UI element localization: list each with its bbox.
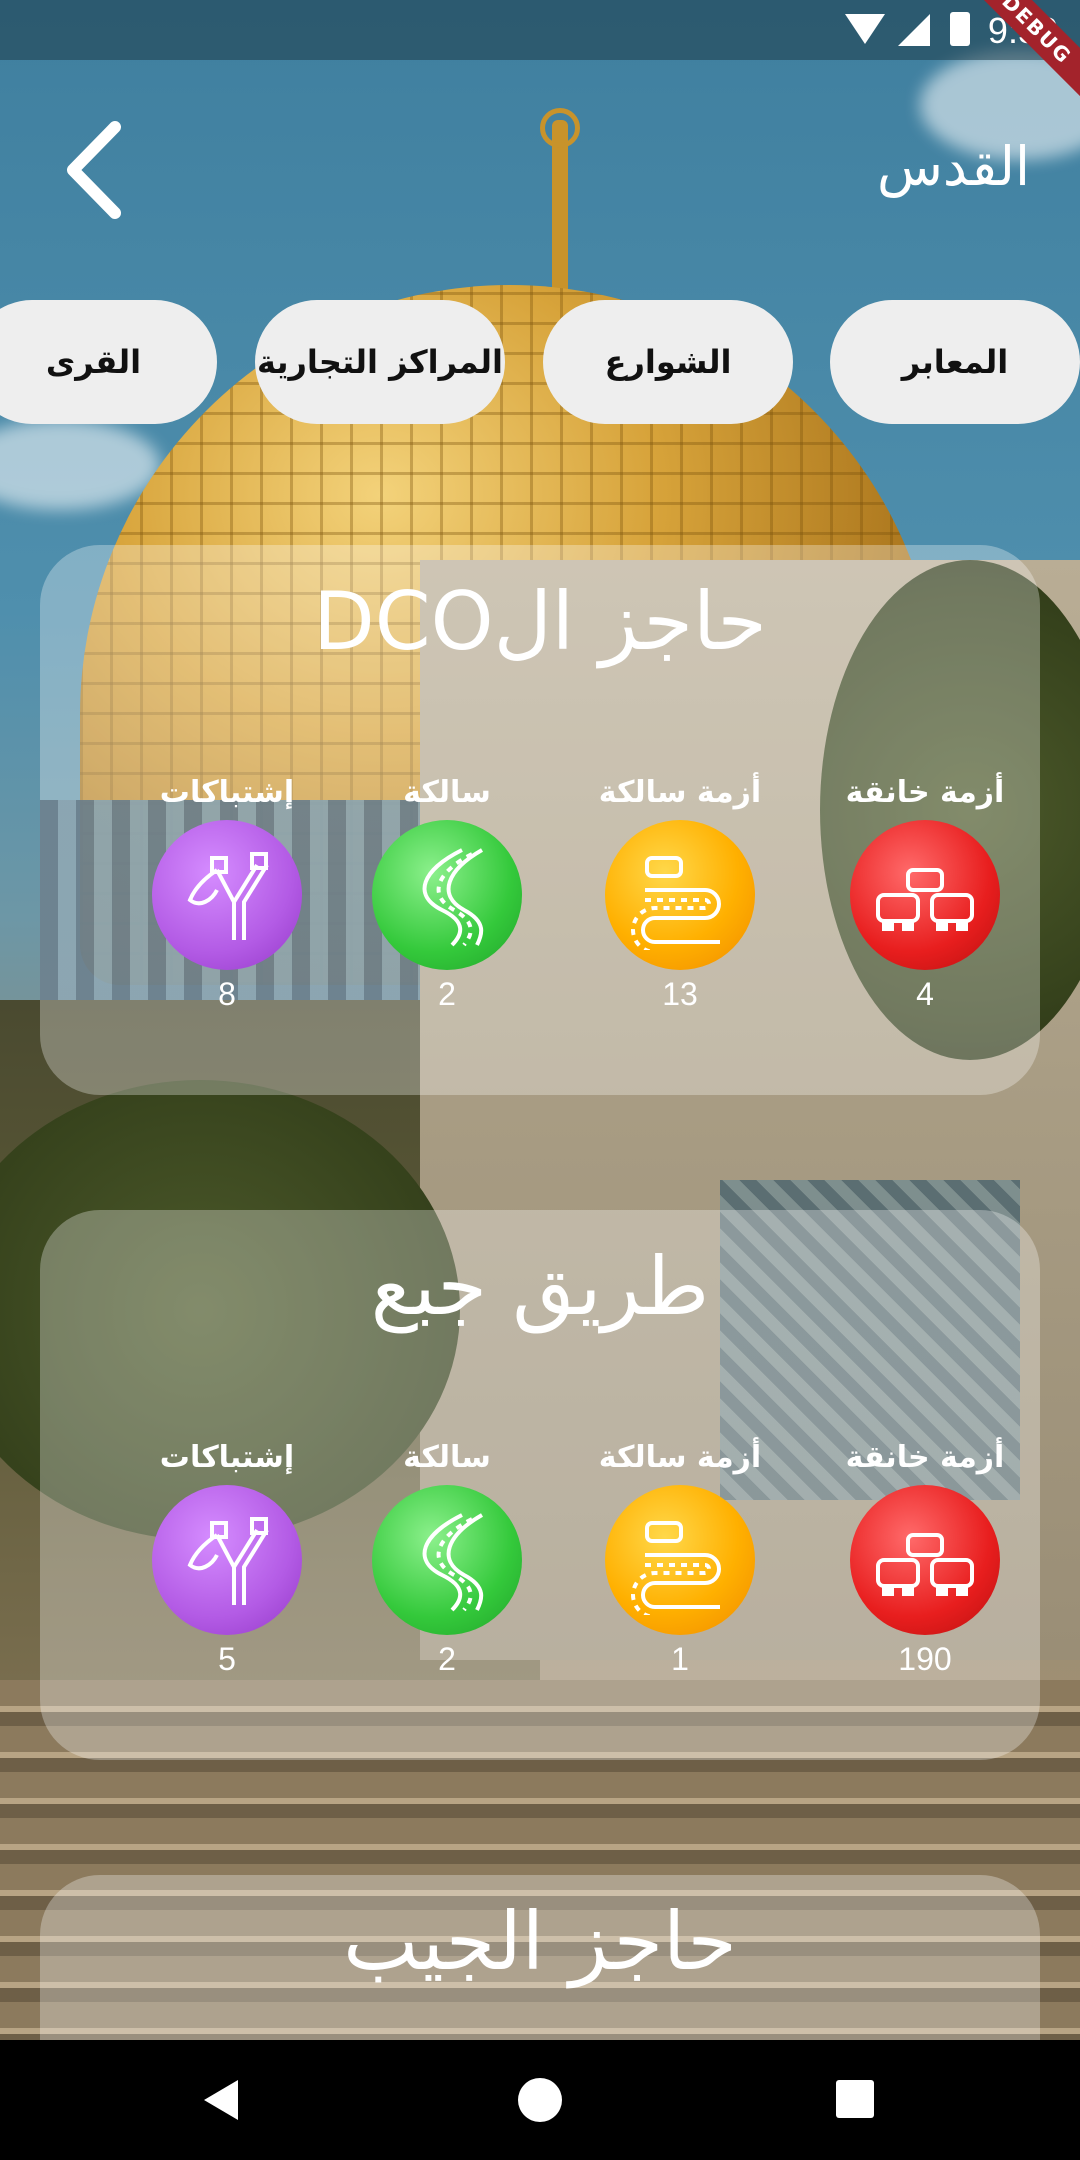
battery-icon — [950, 12, 970, 46]
stat-count: 190 — [898, 1641, 952, 1677]
stat-label: إشتباكات — [159, 1440, 295, 1475]
stat-count: 2 — [438, 1641, 456, 1677]
nav-home-icon[interactable] — [518, 2078, 562, 2122]
stat-label: سالكة — [403, 1440, 491, 1475]
nav-back-icon[interactable] — [204, 2080, 238, 2120]
stat-moderate-traffic[interactable]: أزمة سالكة 13 — [565, 775, 795, 1013]
winding-road-car-icon — [605, 1485, 755, 1635]
stat-clear-road[interactable]: سالكة 2 — [332, 1440, 562, 1678]
winding-road-car-icon — [605, 820, 755, 970]
stat-moderate-traffic[interactable]: أزمة سالكة 1 — [565, 1440, 795, 1678]
stat-label: أزمة خانقة — [845, 775, 1005, 810]
tab-villages[interactable]: القرى — [0, 300, 217, 424]
stat-count: 2 — [438, 976, 456, 1012]
wifi-icon — [845, 14, 885, 44]
signal-icon — [898, 14, 930, 46]
road-icon — [372, 1485, 522, 1635]
chevron-left-icon — [67, 121, 121, 219]
stat-heavy-traffic[interactable]: أزمة خانقة 190 — [810, 1440, 1040, 1678]
tab-crossings[interactable]: المعابر — [830, 300, 1080, 424]
road-icon — [372, 820, 522, 970]
stat-count: 5 — [218, 1641, 236, 1677]
card-title: حاجز الجيب — [343, 1895, 737, 1988]
slingshot-icon — [152, 820, 302, 970]
stat-heavy-traffic[interactable]: أزمة خانقة 4 — [810, 775, 1040, 1013]
checkpoint-card[interactable]: طريق جبع أزمة خانقة 190 أزمة سالكة 1 سال… — [40, 1210, 1040, 1760]
stat-label: أزمة سالكة — [598, 775, 762, 810]
stat-label: سالكة — [403, 775, 491, 810]
nav-recents-icon[interactable] — [836, 2080, 874, 2118]
page-title: القدس — [876, 135, 1030, 198]
cars-jam-icon — [850, 1485, 1000, 1635]
stat-label: إشتباكات — [159, 775, 295, 810]
stat-clashes[interactable]: إشتباكات 8 — [112, 775, 342, 1013]
tab-streets[interactable]: الشوارع — [543, 300, 793, 424]
stat-clear-road[interactable]: سالكة 2 — [332, 775, 562, 1013]
tab-commercial-centers[interactable]: المراكز التجارية — [255, 300, 505, 424]
checkpoint-card[interactable]: حاجز الDCO أزمة خانقة 4 أزمة سالكة 13 سا… — [40, 545, 1040, 1095]
stat-count: 8 — [218, 976, 236, 1012]
stat-count: 1 — [671, 1641, 689, 1677]
stat-clashes[interactable]: إشتباكات 5 — [112, 1440, 342, 1678]
stat-count: 4 — [916, 976, 934, 1012]
stat-count: 13 — [662, 976, 698, 1012]
checkpoint-card[interactable]: حاجز الجيب — [40, 1875, 1040, 2040]
cars-jam-icon — [850, 820, 1000, 970]
card-title: طريق جبع — [370, 1240, 710, 1333]
card-title: حاجز الDCO — [313, 575, 767, 668]
back-button[interactable] — [55, 115, 145, 225]
stat-label: أزمة سالكة — [598, 1440, 762, 1475]
system-nav-bar — [0, 2040, 1080, 2160]
status-bar: 9:50 — [0, 0, 1080, 60]
stat-label: أزمة خانقة — [845, 1440, 1005, 1475]
slingshot-icon — [152, 1485, 302, 1635]
